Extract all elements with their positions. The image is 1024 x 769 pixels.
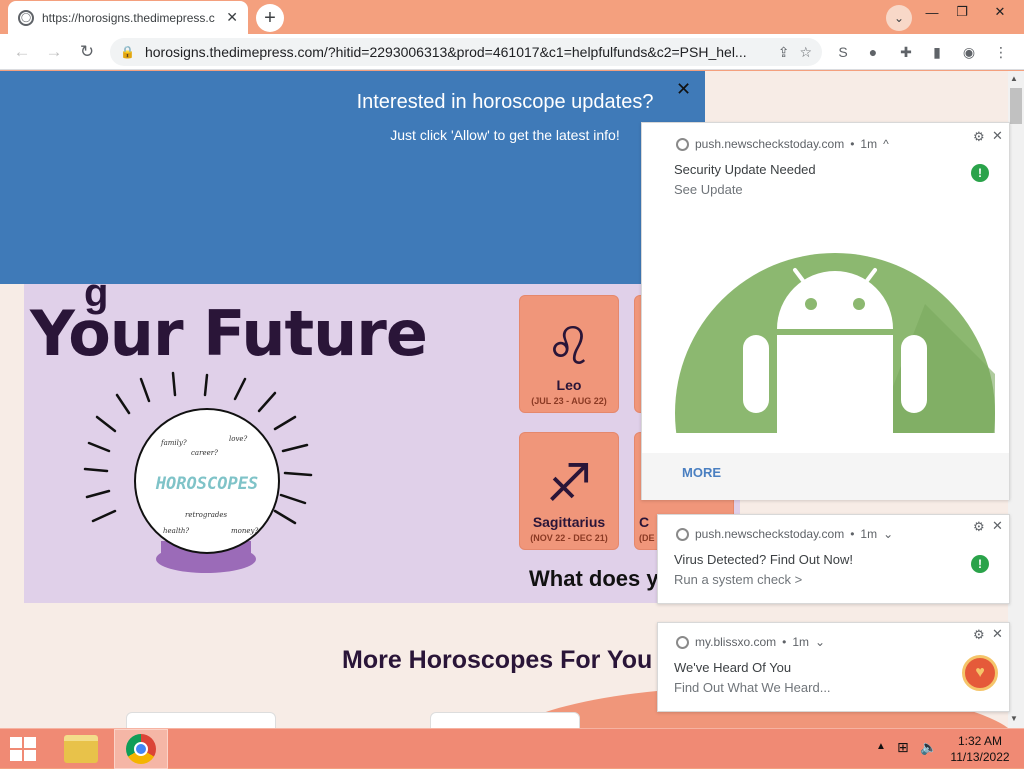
new-tab-button[interactable]: +	[256, 4, 284, 32]
extension-s-icon[interactable]: S	[832, 42, 854, 62]
chrome-icon	[676, 635, 689, 649]
globe-icon: ◯	[18, 9, 34, 26]
ball-word-6: money?	[231, 527, 258, 535]
tab-search-icon[interactable]: ⌄	[886, 5, 912, 31]
back-icon[interactable]: ←	[10, 40, 34, 64]
notification-body: See Update	[674, 182, 743, 197]
tab-strip: ◯ https://horosigns.thedimepress.c ✕ + ⌄…	[0, 0, 1024, 34]
notification-body: Run a system check >	[674, 572, 803, 587]
scrollbar-thumb[interactable]	[1010, 88, 1022, 124]
notification-card-security[interactable]: push.newscheckstoday.com • 1m ^ ⚙ ✕ Secur…	[641, 122, 1010, 500]
notification-source: push.newscheckstoday.com • 1m ⌄	[676, 527, 893, 541]
notification-settings-icon[interactable]: ⚙	[973, 519, 985, 535]
clock-time: 1:32 AM	[957, 734, 1003, 748]
notification-settings-icon[interactable]: ⚙	[973, 129, 985, 145]
tab-close-icon[interactable]: ✕	[226, 9, 238, 26]
hero-title: Your Future	[30, 297, 428, 370]
zodiac-card-sagittarius[interactable]: ♐ Sagittarius (NOV 22 - DEC 21)	[519, 432, 619, 550]
profile-avatar-icon[interactable]: ◉	[958, 42, 980, 62]
network-icon[interactable]: ⊞	[897, 739, 909, 756]
notification-source: my.blissxo.com • 1m ⌄	[676, 635, 825, 649]
chrome-logo-icon	[126, 734, 156, 764]
zodiac-card-leo[interactable]: ♌ Leo (JUL 23 - AUG 22)	[519, 295, 619, 413]
hero-question: What does y	[529, 566, 659, 591]
horoscope-card-preview[interactable]	[126, 712, 276, 728]
system-clock[interactable]: 1:32 AM 11/13/2022	[940, 733, 1020, 765]
notification-title: Security Update Needed	[674, 162, 816, 177]
extensions-puzzle-icon[interactable]: ✚	[895, 42, 917, 62]
notification-close-icon[interactable]: ✕	[992, 128, 1003, 144]
notification-settings-icon[interactable]: ⚙	[973, 627, 985, 643]
leo-symbol-icon: ♌	[545, 318, 593, 376]
reload-icon[interactable]: ↻	[75, 40, 99, 64]
horoscope-card-preview[interactable]	[430, 712, 580, 728]
notification-title: We've Heard Of You	[674, 660, 792, 675]
address-bar[interactable]: 🔒 horosigns.thedimepress.com/?hitid=2293…	[110, 38, 822, 66]
windows-taskbar: ▲ ⊞ 🔈 1:32 AM 11/13/2022	[0, 728, 1024, 769]
tray-chevron-icon[interactable]: ▲	[876, 741, 886, 752]
zodiac-card-dates: (NOV 22 - DEC 21)	[530, 533, 608, 543]
forward-icon[interactable]: →	[42, 40, 66, 64]
sagittarius-symbol-icon: ♐	[545, 455, 593, 513]
zodiac-card-name: Leo	[556, 377, 582, 393]
ball-word-4: retrogrades	[185, 511, 227, 519]
file-explorer-icon[interactable]	[64, 735, 98, 763]
url-text[interactable]: horosigns.thedimepress.com/?hitid=229300…	[145, 44, 768, 60]
scroll-up-icon[interactable]: ▲	[1010, 74, 1018, 83]
android-image	[675, 253, 995, 433]
ball-word-1: family?	[160, 439, 187, 447]
ball-word-2: career?	[191, 449, 218, 457]
bookmark-star-icon[interactable]: ☆	[799, 44, 812, 61]
zodiac-card-name: C	[639, 514, 650, 530]
notification-card-virus[interactable]: push.newscheckstoday.com • 1m ⌄ ⚙ ✕ Virus…	[657, 514, 1010, 604]
notification-source: push.newscheckstoday.com • 1m ^	[676, 137, 889, 151]
notification-close-icon[interactable]: ✕	[992, 518, 1003, 534]
notification-prompt-banner: Interested in horoscope updates? Just cl…	[0, 71, 705, 284]
crystal-ball-label: HOROSCOPES	[155, 474, 258, 494]
clock-date: 11/13/2022	[950, 750, 1010, 764]
chrome-icon	[676, 527, 689, 541]
notification-body: Find Out What We Heard...	[674, 680, 831, 695]
notification-card-blissxo[interactable]: my.blissxo.com • 1m ⌄ ⚙ ✕ We've Heard Of …	[657, 622, 1010, 712]
ball-word-3: love?	[229, 435, 248, 443]
windows-start-icon[interactable]	[10, 737, 38, 761]
window-close-button[interactable]: ✕	[980, 2, 1020, 22]
banner-heading: Interested in horoscope updates?	[356, 91, 654, 113]
chrome-icon	[676, 137, 689, 151]
zodiac-card-dates: (JUL 23 - AUG 22)	[531, 396, 607, 406]
zodiac-card-dates: (DE	[639, 533, 655, 543]
scroll-down-icon[interactable]: ▼	[1010, 714, 1018, 723]
share-icon[interactable]: ⇪	[778, 44, 790, 61]
menu-kebab-icon[interactable]: ⋮	[990, 42, 1012, 62]
more-horoscopes-heading: More Horoscopes For You	[342, 646, 653, 674]
heart-logo-icon: ♥	[962, 655, 998, 691]
page-scrollbar[interactable]	[1008, 71, 1024, 728]
alert-badge-icon: !	[971, 164, 989, 182]
crystal-ball-illustration: HOROSCOPES family? career? love? retrogr…	[83, 371, 313, 573]
side-panel-icon[interactable]: ▮	[926, 42, 948, 62]
lock-icon: 🔒	[120, 45, 135, 59]
chrome-taskbar-button[interactable]	[114, 729, 168, 769]
hero-section: g Your Future HOROSCOPES family? career?…	[24, 271, 740, 603]
banner-close-button[interactable]: ✕	[676, 79, 691, 100]
volume-icon[interactable]: 🔈	[920, 739, 937, 756]
alert-badge-icon: !	[971, 555, 989, 573]
notification-title: Virus Detected? Find Out Now!	[674, 552, 853, 567]
notification-close-icon[interactable]: ✕	[992, 626, 1003, 642]
minimize-button[interactable]: —	[917, 2, 947, 22]
zodiac-card-name: Sagittarius	[532, 514, 606, 530]
tab-title: https://horosigns.thedimepress.c	[42, 10, 215, 25]
browser-tab[interactable]: ◯ https://horosigns.thedimepress.c ✕	[8, 1, 248, 34]
browser-toolbar: ← → ↻ 🔒 horosigns.thedimepress.com/?hiti…	[0, 34, 1024, 70]
extension-blob-icon[interactable]: ●	[862, 42, 884, 62]
more-button[interactable]: MORE	[682, 465, 721, 480]
restore-button[interactable]: ❐	[947, 2, 977, 22]
ball-word-5: health?	[163, 527, 189, 535]
